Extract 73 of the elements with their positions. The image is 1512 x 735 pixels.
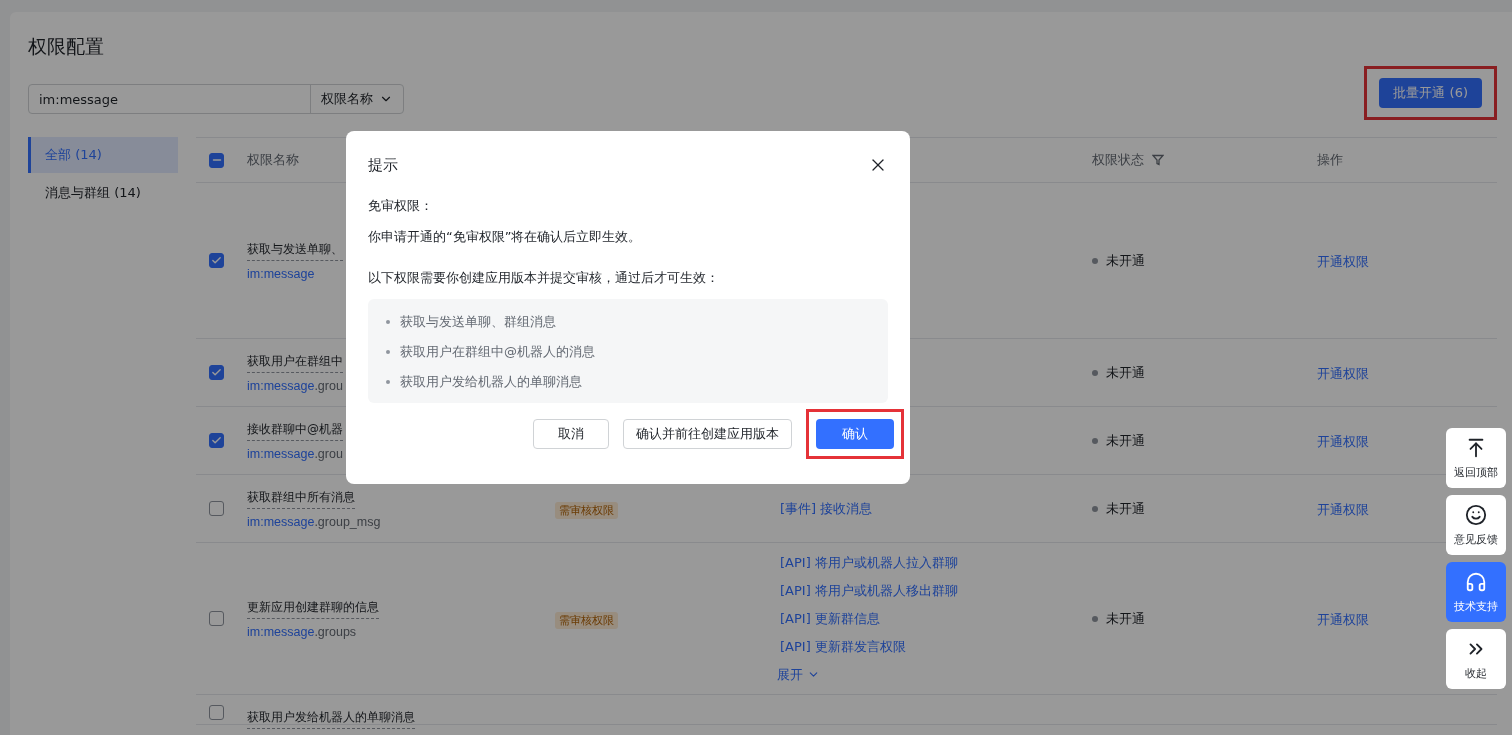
review-item: 获取与发送单聊、群组消息 — [400, 314, 556, 329]
check-icon — [211, 435, 222, 446]
enable-link[interactable]: 开通权限 — [1317, 252, 1369, 271]
check-icon — [211, 255, 222, 266]
row-checkbox[interactable] — [209, 253, 224, 268]
permission-scope: im:message.grou — [247, 378, 343, 393]
tool-button[interactable]: 收起 — [1446, 629, 1506, 689]
review-item: 获取用户在群组中@机器人的消息 — [400, 344, 595, 359]
column-header: 权限名称 — [247, 151, 299, 169]
status-text: 未开通 — [1106, 609, 1145, 628]
filter-icon[interactable] — [1152, 154, 1164, 166]
status-dot — [1092, 505, 1098, 512]
enable-link[interactable]: 开通权限 — [1317, 432, 1369, 451]
enable-link[interactable]: 开通权限 — [1317, 610, 1369, 629]
permission-name: 更新应用创建群聊的信息 — [247, 598, 379, 619]
page-title: 权限配置 — [28, 34, 105, 59]
select-all-checkbox[interactable] — [209, 152, 224, 168]
review-tag: 需审核权限 — [555, 612, 618, 629]
dialog-button[interactable]: 确认并前往创建应用版本 — [623, 419, 792, 449]
review-text: 以下权限需要你创建应用版本并提交审核，通过后才可生效： — [368, 269, 720, 287]
batch-enable-button[interactable]: 批量开通 (6) — [1379, 78, 1482, 108]
row-checkbox[interactable] — [209, 433, 224, 448]
status-dot — [1092, 615, 1098, 622]
permission-name: 获取用户发给机器人的单聊消息 — [247, 709, 415, 729]
permission-scope: im:message — [247, 266, 315, 281]
permission-name: 获取用户在群组中 — [247, 352, 343, 373]
api-link[interactable]: [API] 将用户或机器人移出群聊 — [780, 581, 1080, 600]
api-link[interactable]: [API] 更新群信息 — [780, 609, 1080, 628]
row-checkbox[interactable] — [209, 704, 224, 720]
permission-scope: im:message.groups — [247, 624, 357, 639]
permission-scope: im:message.grou — [247, 446, 343, 461]
status-text: 未开通 — [1106, 431, 1145, 450]
headset-icon — [1465, 570, 1487, 593]
status-dot — [1092, 437, 1098, 444]
smile-icon — [1465, 503, 1487, 526]
status-text: 未开通 — [1106, 363, 1145, 382]
permission-name: 获取与发送单聊、 — [247, 240, 343, 261]
field-select[interactable]: 权限名称 — [311, 85, 403, 113]
row-checkbox[interactable] — [209, 501, 224, 516]
api-link[interactable]: [API] 将用户或机器人拉入群聊 — [780, 553, 1080, 572]
tool-button[interactable]: 技术支持 — [1446, 562, 1506, 622]
api-link[interactable]: [API] 更新群发言权限 — [780, 637, 1080, 656]
sidebar-item[interactable]: 消息与群组 (14) — [28, 175, 178, 211]
review-tag: 需审核权限 — [555, 502, 618, 519]
review-item: 获取用户发给机器人的单聊消息 — [400, 374, 582, 389]
confirm-button[interactable]: 确认 — [816, 419, 894, 449]
dialog-title: 提示 — [368, 155, 398, 175]
status-text: 未开通 — [1106, 251, 1145, 270]
search-field[interactable]: im:message 权限名称 — [28, 84, 404, 114]
column-header: 权限状态 — [1092, 151, 1144, 169]
row-checkbox[interactable] — [209, 611, 224, 626]
bullet-icon — [386, 379, 390, 384]
section-heading: 免审权限： — [368, 197, 434, 215]
enable-link[interactable]: 开通权限 — [1317, 364, 1369, 383]
row-checkbox[interactable] — [209, 365, 224, 380]
tool-button[interactable]: 返回顶部 — [1446, 428, 1506, 488]
bullet-icon — [386, 349, 390, 354]
status-dot — [1092, 369, 1098, 376]
permission-scope: im:message.group_msg — [247, 514, 381, 529]
status-text: 未开通 — [1106, 499, 1145, 518]
sidebar-item[interactable]: 全部 (14) — [28, 137, 178, 173]
permission-name: 接收群聊中@机器 — [247, 420, 343, 441]
permission-name: 获取群组中所有消息 — [247, 488, 355, 509]
dialog-button[interactable]: 取消 — [533, 419, 609, 449]
section-text: 你申请开通的“免审权限”将在确认后立即生效。 — [368, 228, 643, 246]
bullet-icon — [386, 319, 390, 324]
enable-link[interactable]: 开通权限 — [1317, 500, 1369, 519]
check-icon — [211, 367, 222, 378]
column-header: 操作 — [1317, 151, 1343, 169]
status-dot — [1092, 257, 1098, 264]
api-link[interactable]: [事件] 接收消息 — [780, 499, 1080, 518]
tool-button[interactable]: 意见反馈 — [1446, 495, 1506, 555]
expand-link[interactable]: 展开 — [777, 665, 1080, 684]
